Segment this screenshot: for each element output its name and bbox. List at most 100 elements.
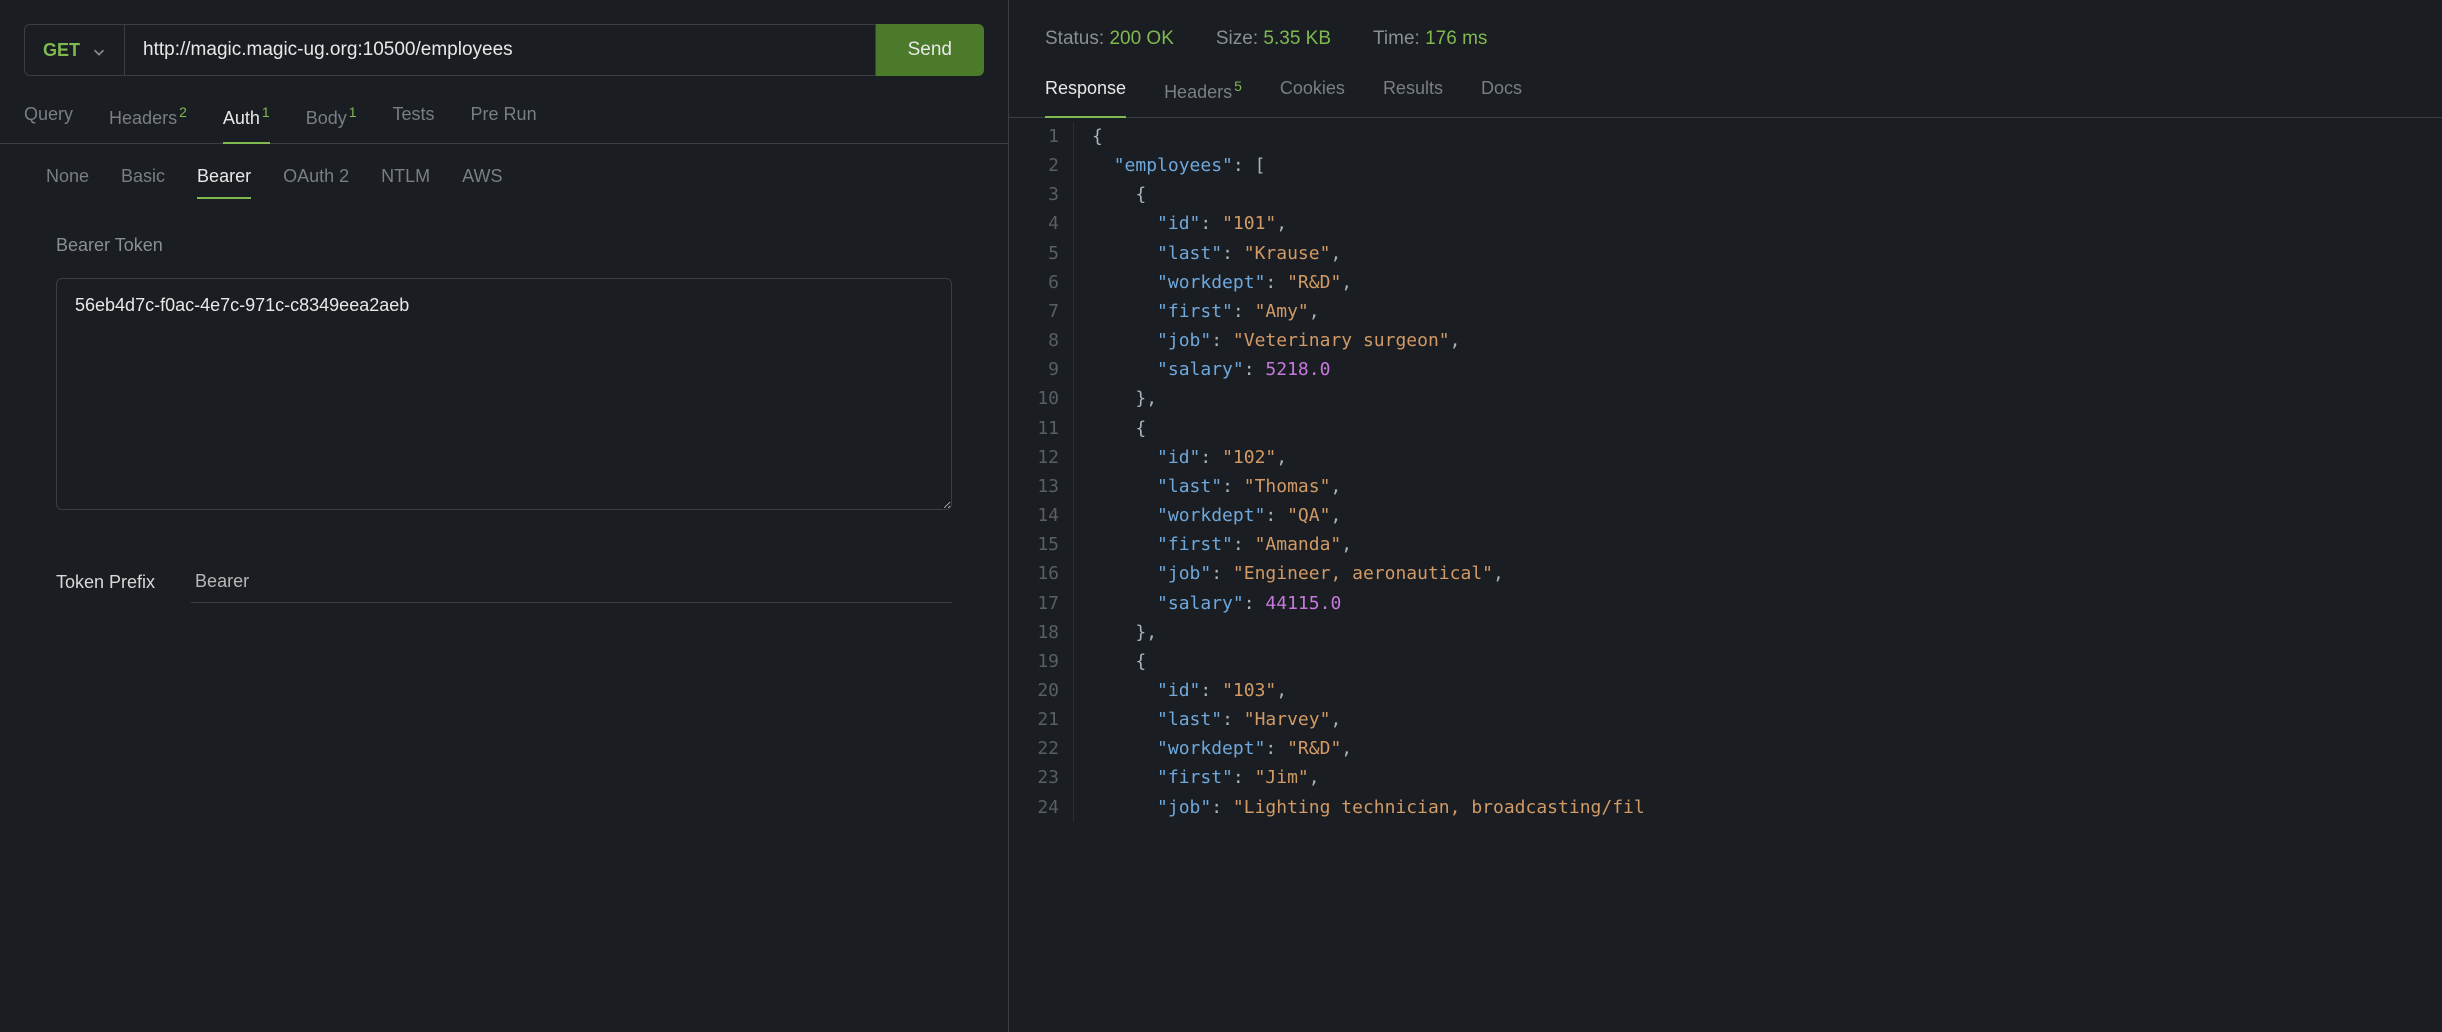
line-code: "last": "Krause",: [1073, 239, 1341, 268]
line-number: 17: [1009, 589, 1073, 618]
status-code-value: 200 OK: [1109, 28, 1173, 49]
json-line: 3 {: [1009, 180, 2442, 209]
line-code: "job": "Engineer, aeronautical",: [1073, 559, 1504, 588]
resp-tab-docs[interactable]: Docs: [1481, 78, 1522, 117]
line-number: 12: [1009, 443, 1073, 472]
tab-headers[interactable]: Headers2: [109, 104, 187, 143]
line-number: 20: [1009, 676, 1073, 705]
status-code: Status: 200 OK: [1045, 28, 1174, 50]
line-number: 13: [1009, 472, 1073, 501]
authtab-oauth2[interactable]: OAuth 2: [283, 166, 349, 199]
line-number: 21: [1009, 705, 1073, 734]
line-code: "id": "102",: [1073, 443, 1287, 472]
json-line: 22 "workdept": "R&D",: [1009, 734, 2442, 763]
response-size: Size: 5.35 KB: [1216, 28, 1331, 50]
resp-tab-headers[interactable]: Headers5: [1164, 78, 1242, 117]
line-code: },: [1073, 618, 1157, 647]
json-line: 14 "workdept": "QA",: [1009, 501, 2442, 530]
line-number: 24: [1009, 793, 1073, 822]
line-number: 18: [1009, 618, 1073, 647]
authtab-aws[interactable]: AWS: [462, 166, 502, 199]
json-line: 9 "salary": 5218.0: [1009, 355, 2442, 384]
resp-tab-response[interactable]: Response: [1045, 78, 1126, 117]
line-number: 1: [1009, 122, 1073, 151]
token-prefix-label: Token Prefix: [56, 572, 155, 593]
line-number: 22: [1009, 734, 1073, 763]
send-button[interactable]: Send: [876, 24, 984, 76]
line-number: 19: [1009, 647, 1073, 676]
line-code: {: [1073, 414, 1146, 443]
json-line: 19 {: [1009, 647, 2442, 676]
token-prefix-input[interactable]: [191, 561, 952, 603]
line-number: 8: [1009, 326, 1073, 355]
authtab-ntlm[interactable]: NTLM: [381, 166, 430, 199]
tab-body[interactable]: Body1: [306, 104, 357, 143]
line-number: 9: [1009, 355, 1073, 384]
tab-prerun[interactable]: Pre Run: [471, 104, 537, 143]
line-code: "job": "Veterinary surgeon",: [1073, 326, 1461, 355]
json-line: 10 },: [1009, 384, 2442, 413]
authtab-bearer[interactable]: Bearer: [197, 166, 251, 199]
line-number: 5: [1009, 239, 1073, 268]
tab-query[interactable]: Query: [24, 104, 73, 143]
json-line: 13 "last": "Thomas",: [1009, 472, 2442, 501]
tab-body-count: 1: [349, 104, 357, 120]
resp-tab-results[interactable]: Results: [1383, 78, 1443, 117]
http-method-select[interactable]: GET: [24, 24, 124, 76]
response-time-label: Time:: [1373, 28, 1420, 49]
line-code: "workdept": "R&D",: [1073, 268, 1352, 297]
line-code: {: [1073, 647, 1146, 676]
response-time: Time: 176 ms: [1373, 28, 1487, 50]
line-number: 23: [1009, 763, 1073, 792]
json-line: 24 "job": "Lighting technician, broadcas…: [1009, 793, 2442, 822]
status-code-label: Status:: [1045, 28, 1104, 49]
line-number: 11: [1009, 414, 1073, 443]
line-code: "workdept": "QA",: [1073, 501, 1341, 530]
line-number: 15: [1009, 530, 1073, 559]
response-size-label: Size:: [1216, 28, 1258, 49]
bearer-token-input[interactable]: [56, 278, 952, 510]
line-code: "id": "101",: [1073, 209, 1287, 238]
json-line: 8 "job": "Veterinary surgeon",: [1009, 326, 2442, 355]
resp-tab-cookies[interactable]: Cookies: [1280, 78, 1345, 117]
json-line: 20 "id": "103",: [1009, 676, 2442, 705]
line-code: "last": "Thomas",: [1073, 472, 1341, 501]
chevron-down-icon: [92, 43, 106, 57]
response-body-viewer[interactable]: 1{2 "employees": [3 {4 "id": "101",5 "la…: [1009, 118, 2442, 1032]
line-code: "salary": 44115.0: [1073, 589, 1341, 618]
http-method-value: GET: [43, 40, 80, 61]
response-size-value: 5.35 KB: [1263, 28, 1331, 49]
json-line: 1{: [1009, 122, 2442, 151]
json-line: 5 "last": "Krause",: [1009, 239, 2442, 268]
line-number: 3: [1009, 180, 1073, 209]
line-number: 6: [1009, 268, 1073, 297]
tab-headers-count: 2: [179, 104, 187, 120]
line-code: },: [1073, 384, 1157, 413]
json-line: 18 },: [1009, 618, 2442, 647]
json-line: 11 {: [1009, 414, 2442, 443]
json-line: 7 "first": "Amy",: [1009, 297, 2442, 326]
tab-auth[interactable]: Auth1: [223, 104, 270, 143]
json-line: 21 "last": "Harvey",: [1009, 705, 2442, 734]
authtab-none[interactable]: None: [46, 166, 89, 199]
json-line: 12 "id": "102",: [1009, 443, 2442, 472]
line-code: "id": "103",: [1073, 676, 1287, 705]
tab-body-label: Body: [306, 108, 347, 128]
line-code: "job": "Lighting technician, broadcastin…: [1073, 793, 1645, 822]
json-line: 17 "salary": 44115.0: [1009, 589, 2442, 618]
url-input[interactable]: [124, 24, 876, 76]
line-code: "employees": [: [1073, 151, 1265, 180]
line-code: "first": "Jim",: [1073, 763, 1320, 792]
json-line: 15 "first": "Amanda",: [1009, 530, 2442, 559]
json-line: 6 "workdept": "R&D",: [1009, 268, 2442, 297]
authtab-basic[interactable]: Basic: [121, 166, 165, 199]
line-number: 7: [1009, 297, 1073, 326]
json-line: 16 "job": "Engineer, aeronautical",: [1009, 559, 2442, 588]
tab-tests[interactable]: Tests: [393, 104, 435, 143]
response-time-value: 176 ms: [1425, 28, 1487, 49]
resp-tab-headers-label: Headers: [1164, 82, 1232, 102]
line-number: 14: [1009, 501, 1073, 530]
tab-headers-label: Headers: [109, 108, 177, 128]
line-code: {: [1073, 180, 1146, 209]
tab-auth-count: 1: [262, 104, 270, 120]
